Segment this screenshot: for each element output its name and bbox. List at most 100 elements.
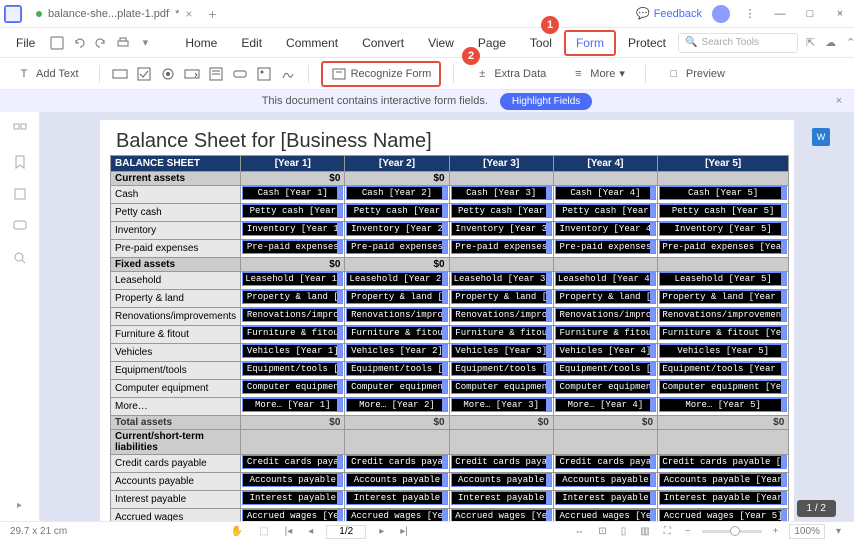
comments-icon[interactable] (12, 218, 28, 234)
preview-button[interactable]: □Preview (658, 62, 733, 86)
form-field[interactable]: More… [Year 4] (555, 398, 656, 412)
page-number-input[interactable] (326, 525, 366, 539)
text-field-icon[interactable] (112, 66, 128, 82)
save-icon[interactable] (49, 35, 65, 51)
form-field[interactable]: Pre-paid expenses (451, 240, 552, 254)
form-field[interactable]: Furniture & fitout [Yea (659, 326, 787, 340)
form-field[interactable]: Cash [Year 5] (659, 186, 787, 200)
form-field[interactable]: Leasehold [Year 1] (242, 272, 343, 286)
kebab-menu-icon[interactable]: ⋮ (740, 7, 760, 20)
form-field[interactable]: Pre-paid expenses (346, 240, 447, 254)
zoom-level[interactable]: 100% (789, 524, 825, 539)
select-tool-icon[interactable]: ⬚ (256, 526, 271, 537)
form-field[interactable]: Interest payable [Year (659, 491, 787, 505)
form-field[interactable]: More… [Year 2] (346, 398, 447, 412)
zoom-thumb[interactable] (730, 526, 740, 536)
form-field[interactable]: Inventory [Year 1 (242, 222, 343, 236)
close-tab-icon[interactable]: × (185, 7, 192, 21)
form-field[interactable]: Leasehold [Year 4] (555, 272, 656, 286)
form-field[interactable]: Equipment/tools [ (242, 362, 343, 376)
listbox-field-icon[interactable] (208, 66, 224, 82)
add-text-button[interactable]: TAdd Text (8, 62, 87, 86)
form-field[interactable]: Credit cards paya (555, 455, 656, 469)
close-infobar-icon[interactable]: × (836, 95, 842, 107)
form-field[interactable]: Cash [Year 4] (555, 186, 656, 200)
print-icon[interactable] (115, 35, 131, 51)
form-field[interactable]: Inventory [Year 3 (451, 222, 552, 236)
form-field[interactable]: Leasehold [Year 5] (659, 272, 787, 286)
hand-tool-icon[interactable]: ✋ (228, 526, 246, 537)
form-field[interactable]: Accounts payable (451, 473, 552, 487)
form-field[interactable]: Credit cards paya (242, 455, 343, 469)
form-field[interactable]: Equipment/tools [ (555, 362, 656, 376)
form-field[interactable]: Furniture & fitou (451, 326, 552, 340)
form-field[interactable]: Property & land [ (555, 290, 656, 304)
collapse-ribbon-icon[interactable]: ⌃ (846, 36, 854, 49)
recognize-form-button[interactable]: Recognize Form (321, 61, 442, 87)
document-tab[interactable]: balance-she...plate-1.pdf * × (28, 3, 200, 25)
form-field[interactable]: Furniture & fitou (555, 326, 656, 340)
continuous-icon[interactable]: ▥ (637, 526, 652, 537)
cloud-icon[interactable]: ☁ (825, 36, 836, 49)
form-field[interactable]: Computer equipmen (555, 380, 656, 394)
form-field[interactable]: Cash [Year 3] (451, 186, 552, 200)
form-field[interactable]: Credit cards paya (451, 455, 552, 469)
form-field[interactable]: More… [Year 1] (242, 398, 343, 412)
bookmarks-icon[interactable] (12, 154, 28, 170)
form-field[interactable]: Computer equipmen (451, 380, 552, 394)
feedback-link[interactable]: 💬Feedback (636, 7, 702, 20)
next-page-button[interactable]: ▸ (376, 526, 387, 537)
user-avatar[interactable] (712, 5, 730, 23)
form-field[interactable]: Equipment/tools [ (451, 362, 552, 376)
sidebar-expand-icon[interactable]: ▸ (17, 500, 22, 511)
redo-icon[interactable] (93, 35, 109, 51)
word-export-icon[interactable]: W (812, 128, 830, 146)
form-field[interactable]: Accrued wages [Ye (451, 509, 552, 521)
file-menu[interactable]: File (8, 32, 43, 54)
form-field[interactable]: Accounts payable [Year (659, 473, 787, 487)
form-field[interactable]: Inventory [Year 5] (659, 222, 787, 236)
zoom-slider[interactable] (702, 530, 762, 533)
radio-field-icon[interactable] (160, 66, 176, 82)
form-field[interactable]: Leasehold [Year 3] (451, 272, 552, 286)
form-field[interactable]: Renovations/impro (346, 308, 447, 322)
form-field[interactable]: Property & land [ (242, 290, 343, 304)
more-button[interactable]: ≡More▾ (562, 62, 633, 86)
form-field[interactable]: Property & land [ (346, 290, 447, 304)
image-field-icon[interactable] (256, 66, 272, 82)
form-field[interactable]: More… [Year 3] (451, 398, 552, 412)
menu-comment[interactable]: Comment (274, 30, 350, 56)
form-field[interactable]: Renovations/impro (451, 308, 552, 322)
zoom-in-button[interactable]: + (770, 526, 782, 537)
maximize-button[interactable]: □ (800, 8, 820, 20)
undo-icon[interactable] (71, 35, 87, 51)
form-field[interactable]: Inventory [Year 2 (346, 222, 447, 236)
form-field[interactable]: Vehicles [Year 4] (555, 344, 656, 358)
form-field[interactable]: Pre-paid expenses [Year (659, 240, 787, 254)
form-field[interactable]: Vehicles [Year 2] (346, 344, 447, 358)
search-panel-icon[interactable] (12, 250, 28, 266)
last-page-button[interactable]: ▸| (397, 526, 411, 537)
form-field[interactable]: Furniture & fitou (346, 326, 447, 340)
form-field[interactable]: Renovations/impro (555, 308, 656, 322)
form-field[interactable]: Furniture & fitou (242, 326, 343, 340)
form-field[interactable]: Vehicles [Year 5] (659, 344, 787, 358)
form-field[interactable]: Renovations/impro (242, 308, 343, 322)
first-page-button[interactable]: |◂ (282, 526, 296, 537)
form-field[interactable]: Petty cash [Year (242, 204, 343, 218)
form-field[interactable]: Vehicles [Year 3] (451, 344, 552, 358)
form-field[interactable]: Property & land [ (451, 290, 552, 304)
form-field[interactable]: Cash [Year 2] (346, 186, 447, 200)
prev-page-button[interactable]: ◂ (305, 526, 316, 537)
form-field[interactable]: Inventory [Year 4 (555, 222, 656, 236)
zoom-out-button[interactable]: − (682, 526, 694, 537)
form-field[interactable]: Computer equipmen (346, 380, 447, 394)
form-field[interactable]: Accrued wages [Ye (555, 509, 656, 521)
dropdown-field-icon[interactable] (184, 66, 200, 82)
menu-form[interactable]: Form (564, 30, 616, 56)
form-field[interactable]: More… [Year 5] (659, 398, 787, 412)
chevron-down-icon[interactable]: ▾ (833, 526, 844, 537)
form-field[interactable]: Pre-paid expenses (555, 240, 656, 254)
form-field[interactable]: Petty cash [Year (346, 204, 447, 218)
read-mode-icon[interactable]: ⛶ (661, 526, 674, 537)
